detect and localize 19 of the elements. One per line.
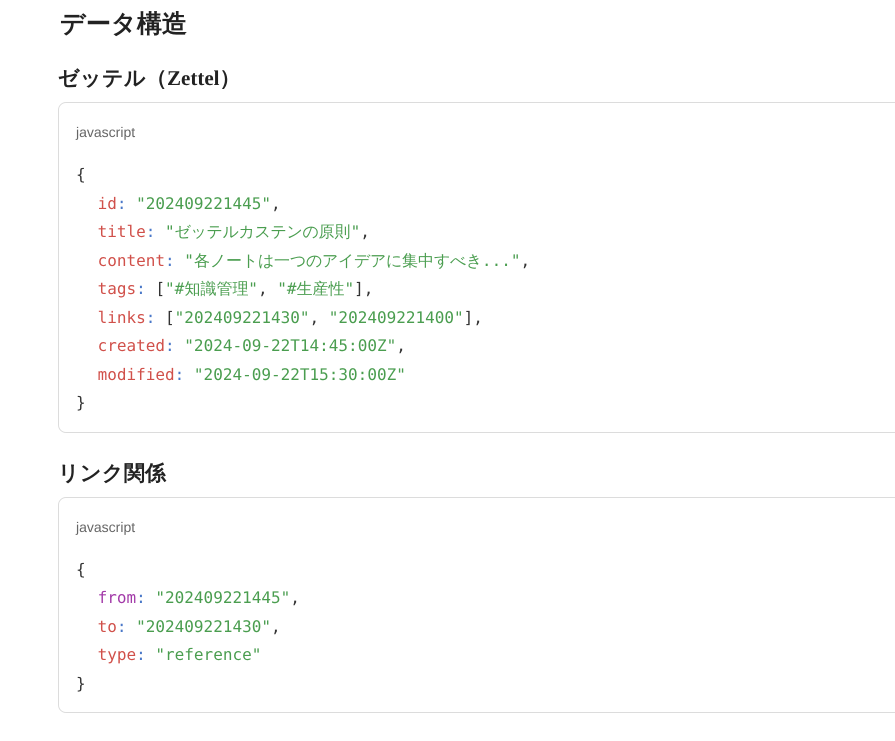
code-line: id: "202409221445", — [98, 192, 281, 214]
code-line: content: "各ノートは一つのアイデアに集中すべき...", — [98, 250, 530, 272]
code-line: modified: "2024-09-22T15:30:00Z" — [98, 364, 406, 386]
page-heading: データ構造 — [60, 10, 188, 40]
code-language-label: javascript — [76, 123, 136, 141]
section-heading: ゼッテル（Zettel） — [58, 65, 242, 92]
code-line: { — [76, 558, 86, 580]
code-line: links: ["202409221430", "202409221400"], — [98, 306, 483, 328]
code-line: } — [76, 392, 86, 414]
code-language-label: javascript — [76, 518, 136, 536]
code-line: created: "2024-09-22T14:45:00Z", — [98, 335, 406, 357]
code-line: to: "202409221430", — [98, 616, 281, 638]
code-line: } — [76, 672, 86, 694]
code-line: title: "ゼッテルカステンの原則", — [98, 221, 370, 243]
code-line: { — [76, 164, 86, 186]
code-line: from: "202409221445", — [98, 587, 300, 609]
code-line: type: "reference" — [98, 644, 262, 666]
code-line: tags: ["#知識管理", "#生産性"], — [98, 278, 374, 300]
section-heading: リンク関係 — [58, 460, 168, 486]
